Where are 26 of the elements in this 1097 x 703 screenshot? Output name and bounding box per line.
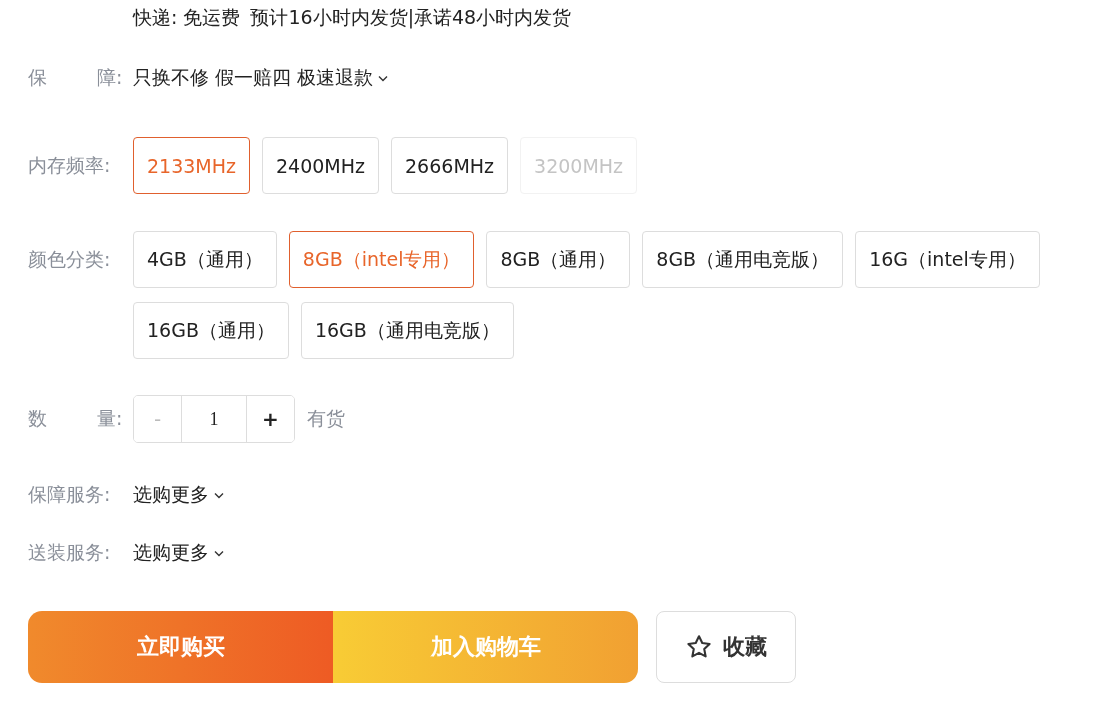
shipping-fee: 快递: 免运费 [133, 5, 241, 30]
option-button[interactable]: 16GB（通用电竞版） [300, 302, 514, 359]
stock-status: 有货 [307, 406, 345, 431]
favorite-button[interactable]: 收藏 [656, 611, 796, 683]
select-more-link[interactable]: 选购更多 [133, 482, 209, 508]
caret-icon[interactable] [214, 491, 224, 499]
option-button[interactable]: 2400MHz [262, 137, 380, 194]
option-button[interactable]: 8GB（通用电竞版） [642, 231, 844, 288]
option-button[interactable]: 16GB（通用） [133, 302, 289, 359]
star-icon [685, 633, 713, 661]
option-button[interactable]: 2666MHz [391, 137, 509, 194]
quantity-stepper[interactable]: - 1 + [133, 395, 295, 443]
option-button[interactable]: 16G（intel专用） [855, 231, 1040, 288]
select-more-link[interactable]: 选购更多 [133, 540, 209, 566]
field-label: 数 量: [28, 406, 124, 431]
field-label: 送装服务: [28, 540, 112, 565]
guarantee-text: 只换不修 假一赔四 极速退款 [133, 65, 374, 90]
caret-icon[interactable] [378, 74, 389, 82]
field-label: 保 障: [28, 65, 124, 90]
shipping-promise: 预计16小时内发货|承诺48小时内发货 [250, 5, 572, 31]
field-label: 内存频率: [28, 153, 112, 178]
field-label: 保障服务: [28, 482, 112, 507]
field-label: 颜色分类: [28, 247, 112, 272]
option-button[interactable]: 4GB（通用） [133, 231, 277, 288]
option-button[interactable]: 8GB（通用） [486, 231, 631, 288]
caret-icon[interactable] [214, 549, 224, 557]
